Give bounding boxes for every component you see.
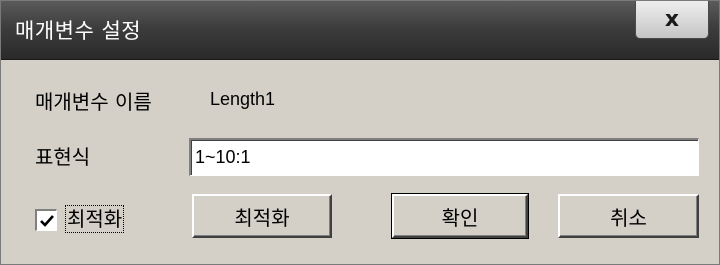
expression-input[interactable]: 1~10:1 [189, 138, 699, 176]
optimize-checkbox[interactable] [35, 209, 57, 231]
param-name-value: Length1 [210, 89, 276, 109]
optimize-checkbox-label[interactable]: 최적화 [65, 205, 125, 233]
parameter-settings-dialog: 매개변수 설정 x 매개변수 이름 Length1 표현식 1~10:1 최적화… [0, 0, 720, 265]
cancel-button-label: 취소 [610, 205, 647, 230]
close-icon: x [664, 7, 680, 32]
title-bar[interactable]: 매개변수 설정 x [1, 1, 719, 60]
close-button[interactable]: x [635, 1, 709, 39]
expression-label: 표현식 [35, 145, 91, 169]
optimize-button-label: 최적화 [234, 205, 290, 230]
dialog-title: 매개변수 설정 [15, 19, 142, 43]
param-name-label: 매개변수 이름 [35, 90, 152, 114]
checkmark-icon [40, 215, 54, 227]
cancel-button[interactable]: 취소 [558, 194, 699, 238]
optimize-button[interactable]: 최적화 [192, 194, 332, 238]
ok-button[interactable]: 확인 [391, 193, 529, 239]
ok-button-label: 확인 [441, 205, 479, 230]
